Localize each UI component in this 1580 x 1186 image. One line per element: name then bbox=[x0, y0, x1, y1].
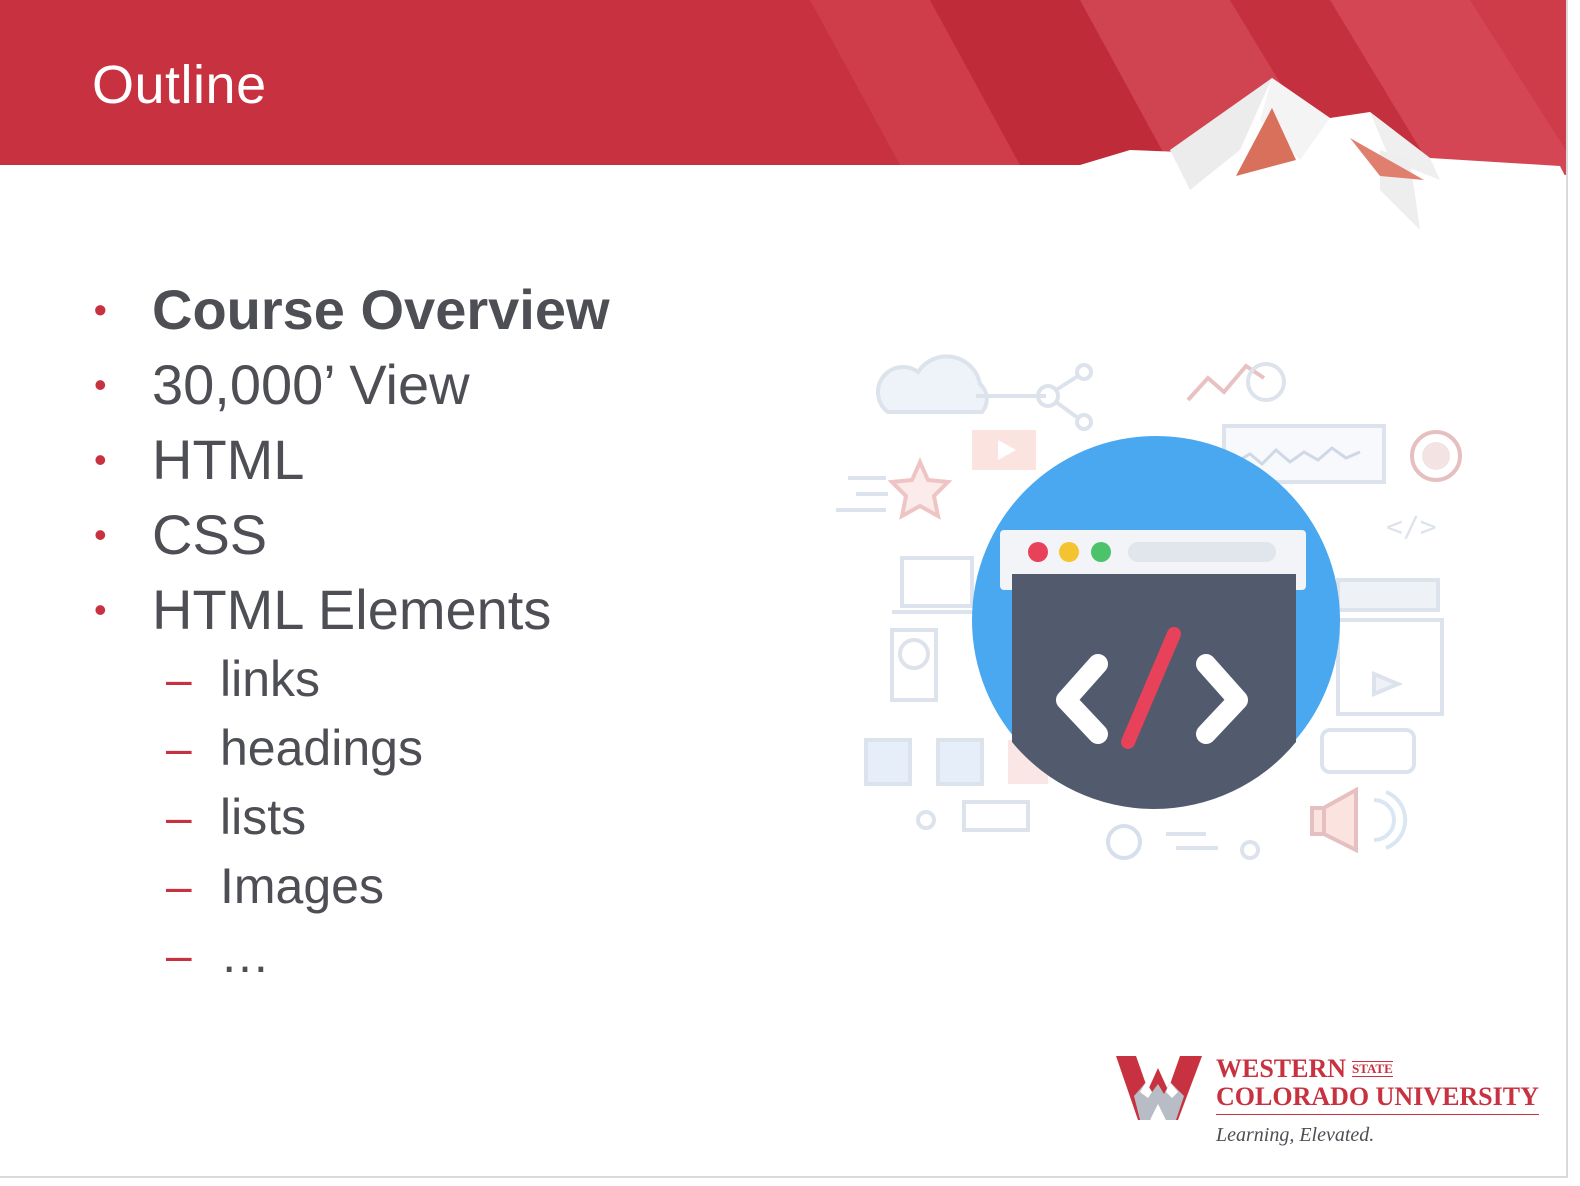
sub-bullet-item: – … bbox=[166, 921, 423, 990]
bullet-item: • 30,000’ View bbox=[88, 347, 610, 422]
bullet-item: • CSS bbox=[88, 497, 610, 572]
dash-icon: – bbox=[166, 791, 192, 843]
dash-icon: – bbox=[166, 722, 192, 774]
bullet-dot-icon: • bbox=[94, 289, 107, 330]
sub-bullet-item: – lists bbox=[166, 783, 423, 852]
code-window-icon: </> bbox=[836, 354, 1462, 860]
bullet-item: • Course Overview bbox=[88, 272, 610, 347]
web-development-illustration: </> bbox=[826, 330, 1486, 880]
sub-bullet-list: – links – headings – lists – Images – … bbox=[166, 645, 423, 990]
sub-bullet-item: – Images bbox=[166, 852, 423, 921]
western-w-logo-icon bbox=[1116, 1056, 1202, 1120]
cloud-icon bbox=[876, 354, 989, 414]
bullet-item: • HTML Elements bbox=[88, 572, 610, 647]
sub-bullet-label: Images bbox=[220, 858, 384, 914]
bullet-label: HTML Elements bbox=[152, 578, 552, 641]
bullet-dot-icon: • bbox=[94, 364, 107, 405]
logo-tagline: Learning, Elevated. bbox=[1216, 1124, 1375, 1146]
sub-bullet-label: … bbox=[220, 927, 270, 983]
slide-title: Outline bbox=[92, 55, 267, 115]
bullet-dot-icon: • bbox=[94, 514, 107, 555]
logo-western-label: WESTERN bbox=[1216, 1054, 1347, 1083]
sub-bullet-item: – headings bbox=[166, 714, 423, 783]
window-minimize-dot bbox=[1059, 542, 1079, 562]
header-banner bbox=[0, 0, 1566, 240]
window-maximize-dot bbox=[1091, 542, 1111, 562]
bullet-list: • Course Overview • 30,000’ View • HTML … bbox=[88, 272, 610, 647]
star-icon bbox=[887, 457, 953, 520]
window-close-dot bbox=[1028, 542, 1048, 562]
bullet-label: HTML bbox=[152, 428, 305, 491]
bullet-dot-icon: • bbox=[94, 439, 107, 480]
university-logo: WESTERN STATE COLORADO UNIVERSITY Learnin… bbox=[1112, 1052, 1539, 1152]
logo-university-text: COLORADO UNIVERSITY bbox=[1216, 1082, 1539, 1115]
mountain-banner-graphic bbox=[0, 0, 1566, 240]
sub-bullet-label: headings bbox=[220, 720, 423, 776]
dash-icon: – bbox=[166, 860, 192, 912]
dash-icon: – bbox=[166, 653, 192, 705]
bullet-label: Course Overview bbox=[152, 278, 610, 341]
sub-bullet-item: – links bbox=[166, 645, 423, 714]
bullet-dot-icon: • bbox=[94, 589, 107, 630]
bullet-label: CSS bbox=[152, 503, 268, 566]
dash-icon: – bbox=[166, 929, 192, 981]
sub-bullet-label: lists bbox=[220, 789, 307, 845]
logo-western-text: WESTERN STATE bbox=[1216, 1054, 1393, 1084]
svg-text:</>: </> bbox=[1386, 510, 1437, 543]
slide: Outline • Course Overview • 30,000’ View… bbox=[0, 0, 1568, 1178]
sub-bullet-label: links bbox=[220, 651, 321, 707]
logo-state-label: STATE bbox=[1352, 1061, 1393, 1077]
bullet-label: 30,000’ View bbox=[152, 353, 470, 416]
bullet-item: • HTML bbox=[88, 422, 610, 497]
